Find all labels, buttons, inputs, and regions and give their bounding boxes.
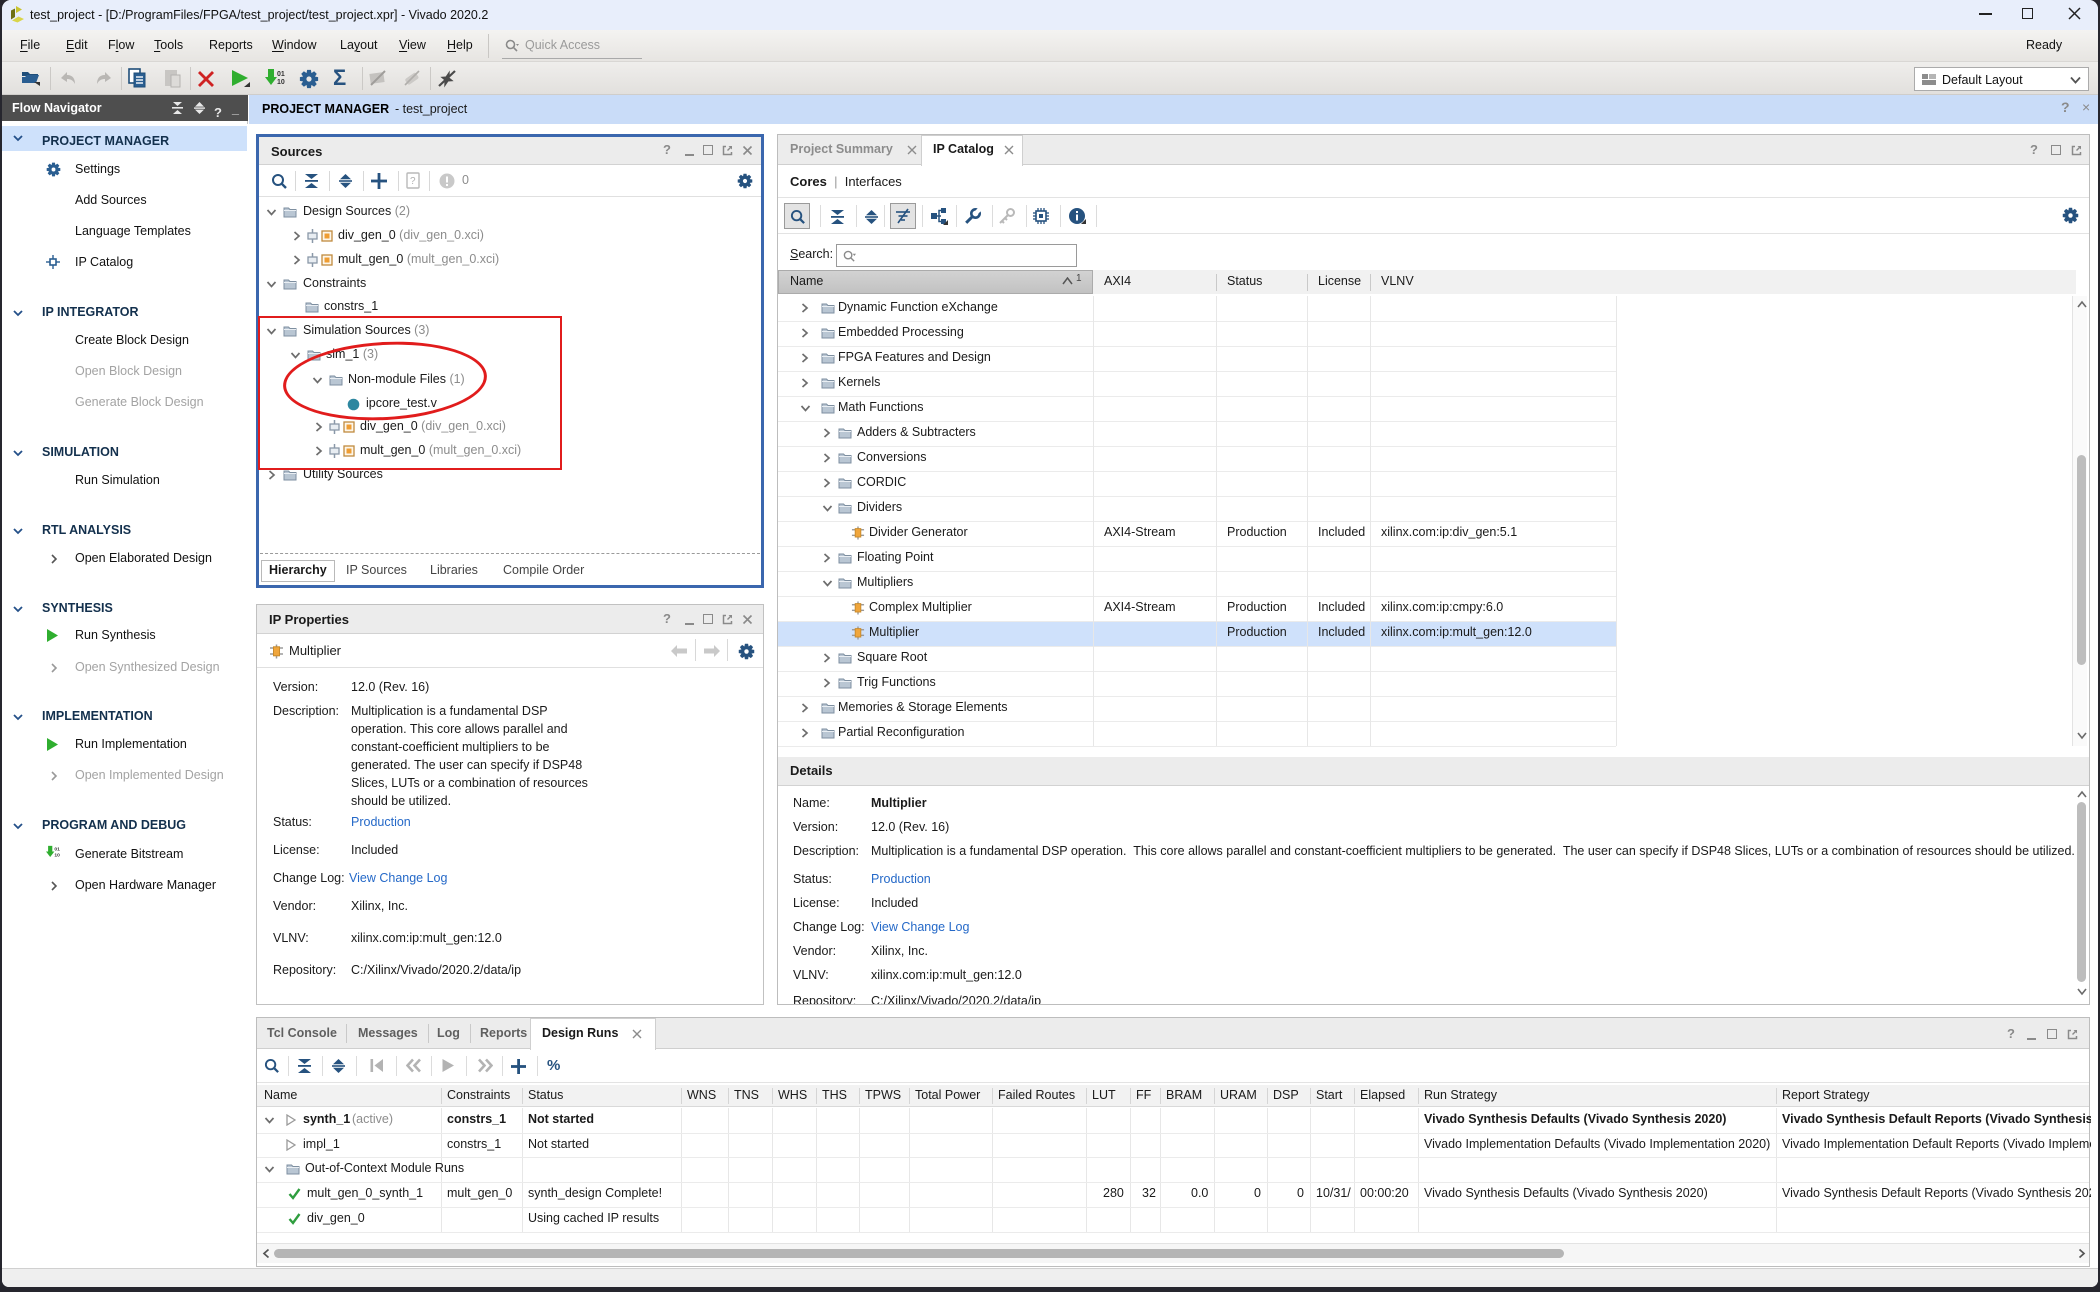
svg-text:?: ?: [410, 176, 416, 187]
